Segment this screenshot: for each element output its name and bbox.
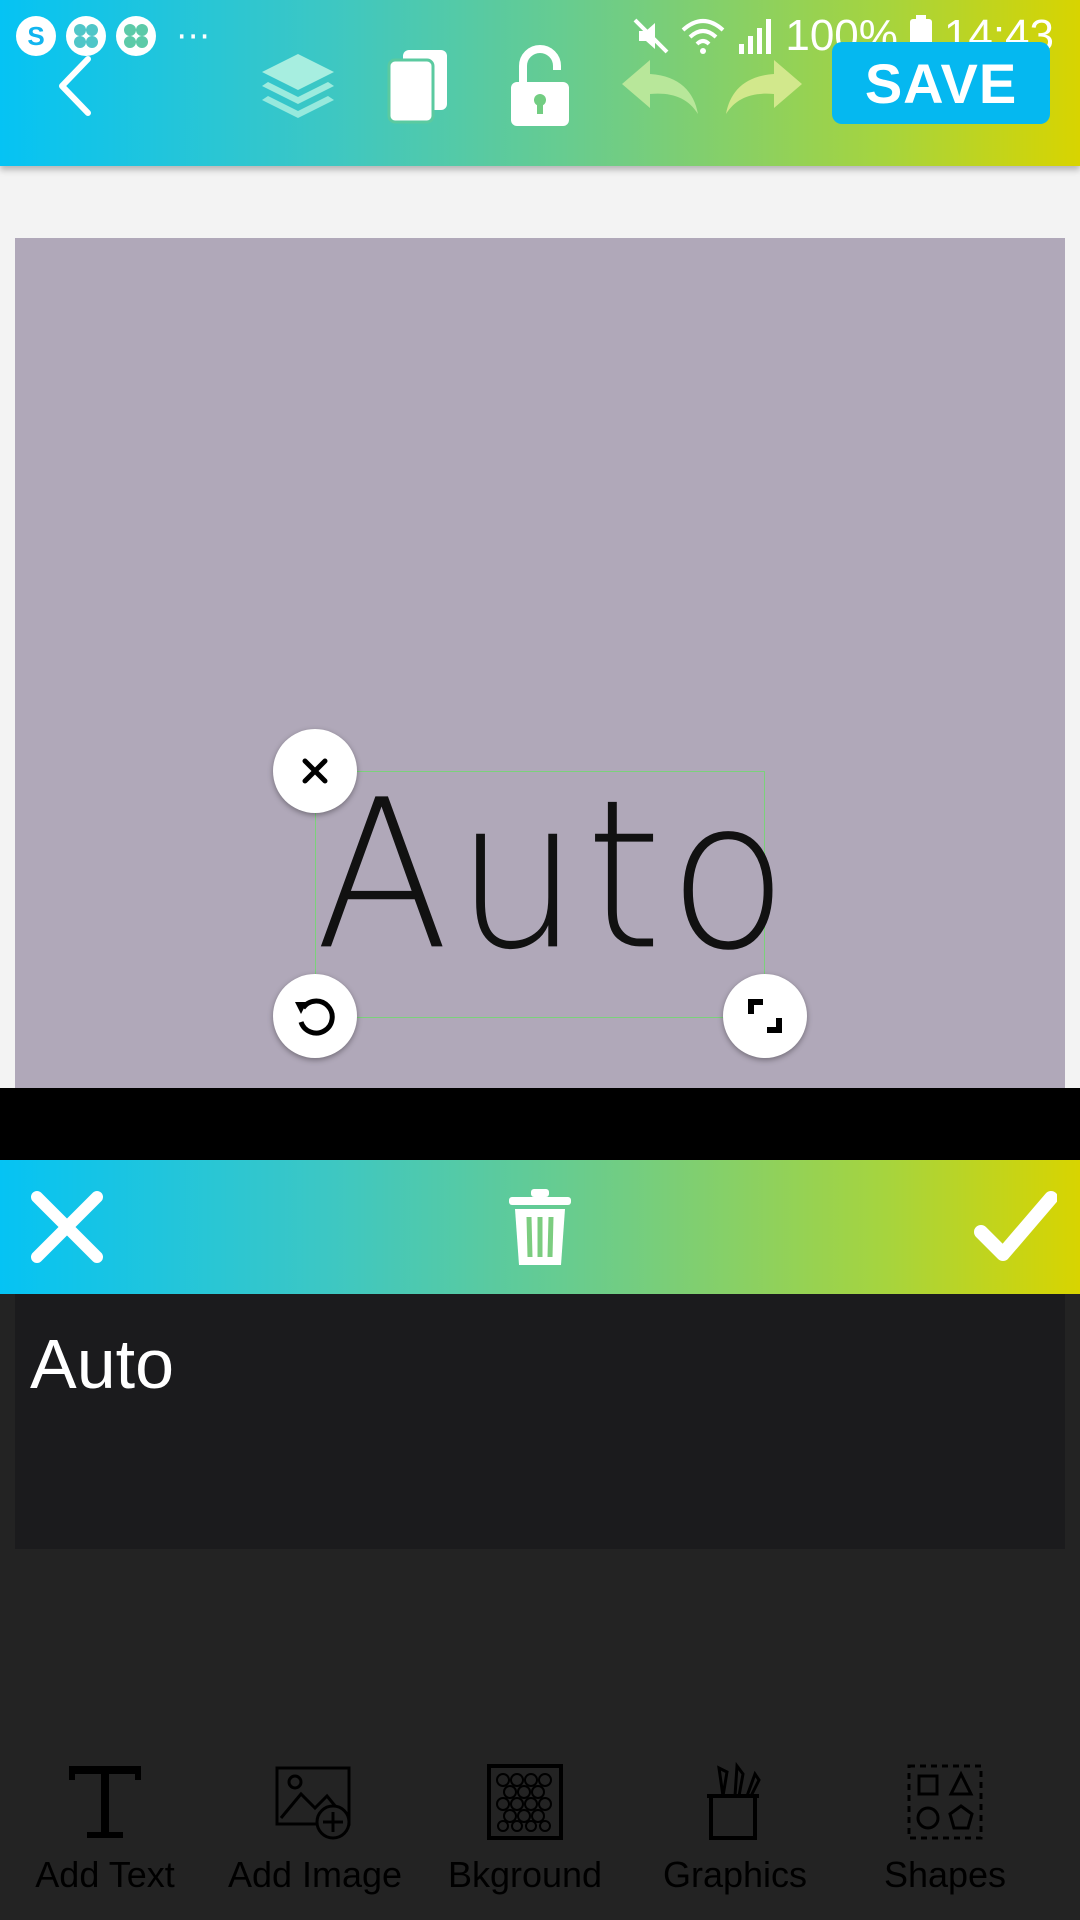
unlock-icon — [511, 45, 569, 126]
text-input-field[interactable]: Auto — [30, 1324, 174, 1404]
close-icon — [31, 1191, 103, 1263]
bottom-menu: Add Text Add Image Bkground Graphics Sha… — [0, 1740, 1080, 1920]
back-button[interactable] — [40, 36, 110, 136]
resize-handle[interactable] — [723, 974, 807, 1058]
background-icon — [487, 1764, 563, 1840]
add-image-icon — [275, 1766, 351, 1840]
rotate-icon — [295, 998, 335, 1036]
canvas-text-element[interactable]: Auto — [315, 773, 788, 979]
redo-icon — [726, 60, 802, 114]
close-icon — [302, 758, 328, 784]
design-canvas[interactable]: Auto — [15, 238, 1065, 1088]
graphics-button[interactable]: Graphics — [630, 1740, 840, 1920]
delete-element-handle[interactable] — [273, 729, 357, 813]
layers-icon — [262, 54, 334, 118]
add-text-button[interactable]: Add Text — [0, 1740, 210, 1920]
delete-button[interactable] — [496, 1160, 584, 1294]
save-button[interactable]: SAVE — [832, 42, 1050, 124]
text-icon — [69, 1766, 141, 1838]
menu-item-label: Add Text — [35, 1854, 175, 1895]
check-icon — [974, 1191, 1057, 1261]
canvas-area: Auto — [0, 166, 1080, 1088]
trash-icon — [509, 1189, 571, 1265]
shapes-icon — [907, 1764, 983, 1840]
resize-icon — [748, 999, 782, 1033]
top-toolbar: S ⋯ 100% 14:43 SAVE — [0, 0, 1080, 166]
redo-button[interactable] — [722, 36, 806, 136]
text-edit-bar — [0, 1160, 1080, 1294]
shapes-button[interactable]: Shapes — [840, 1740, 1050, 1920]
menu-item-label: Shapes — [883, 1854, 1007, 1895]
more-notifications-icon: ⋯ — [176, 17, 210, 55]
graphics-icon — [707, 1762, 761, 1840]
divider-strip — [0, 1088, 1080, 1160]
text-input-panel: Auto — [15, 1294, 1065, 1549]
rotate-handle[interactable] — [273, 974, 357, 1058]
cancel-edit-button[interactable] — [22, 1160, 112, 1294]
confirm-edit-button[interactable] — [968, 1160, 1062, 1294]
layers-button[interactable] — [256, 36, 340, 136]
copy-icon — [387, 50, 447, 124]
add-image-button[interactable]: Add Image — [210, 1740, 420, 1920]
app-notification-icon — [116, 16, 156, 56]
duplicate-button[interactable] — [378, 36, 458, 136]
chevron-left-icon — [59, 56, 91, 116]
menu-item-label: Graphics — [662, 1854, 808, 1895]
lock-button[interactable] — [500, 36, 580, 136]
menu-item-label: Bkground — [447, 1854, 603, 1895]
undo-button[interactable] — [618, 36, 702, 136]
background-button[interactable]: Bkground — [420, 1740, 630, 1920]
menu-item-label: Add Image — [227, 1854, 403, 1895]
undo-icon — [622, 60, 698, 114]
